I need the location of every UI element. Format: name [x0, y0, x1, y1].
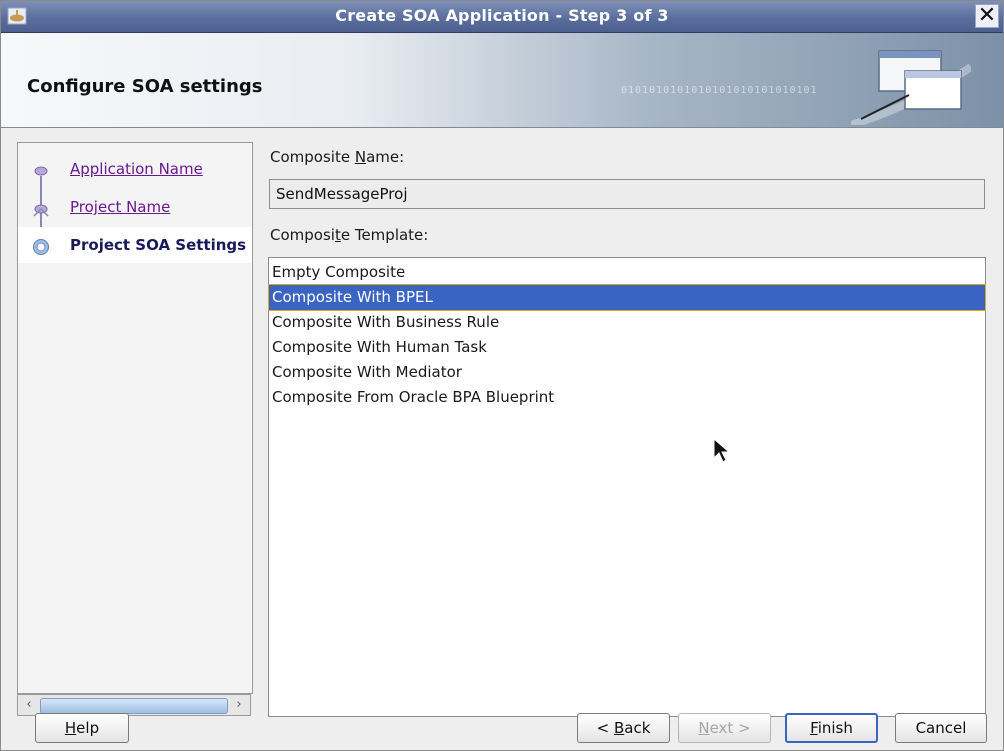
list-item-selected[interactable]: Composite With BPEL	[268, 284, 986, 311]
banner-binary-decoration: 0101010101010101010101010101	[621, 85, 818, 96]
list-item[interactable]: Composite With Mediator	[269, 360, 985, 385]
list-item[interactable]: Composite From Oracle BPA Blueprint	[269, 385, 985, 410]
scroll-right-icon[interactable]: ›	[230, 696, 248, 714]
back-button[interactable]: < Back	[577, 713, 670, 743]
list-item[interactable]: Composite With Human Task	[269, 335, 985, 360]
finish-button[interactable]: Finish	[785, 713, 878, 743]
create-soa-application-dialog: Create SOA Application - Step 3 of 3 ✕ C…	[0, 0, 1004, 751]
window-pages-icon	[851, 50, 971, 125]
mouse-pointer-icon	[713, 438, 731, 463]
wizard-step-navigator: Application Name Project Name Project SO…	[17, 142, 253, 694]
header-banner: Configure SOA settings 01010101010101010…	[1, 33, 1003, 128]
visited-step-icon	[33, 204, 49, 217]
list-item[interactable]: Empty Composite	[269, 260, 985, 285]
close-icon[interactable]: ✕	[975, 4, 999, 28]
page-title: Configure SOA settings	[27, 76, 263, 97]
step-project-name[interactable]: Project Name	[18, 189, 252, 225]
list-item[interactable]: Composite With Business Rule	[269, 310, 985, 335]
step-project-soa-settings[interactable]: Project SOA Settings	[18, 227, 252, 263]
window-title: Create SOA Application - Step 3 of 3	[335, 6, 669, 25]
scrollbar-thumb[interactable]	[40, 698, 228, 714]
step-label[interactable]: Project Name	[70, 198, 170, 216]
next-button[interactable]: Next >	[678, 713, 771, 743]
current-step-icon	[33, 239, 49, 255]
step-label: Project SOA Settings	[70, 236, 247, 254]
composite-template-list[interactable]: Empty Composite Composite With BPEL Comp…	[268, 257, 986, 717]
cancel-button[interactable]: Cancel	[895, 713, 987, 743]
help-button[interactable]: Help	[35, 713, 129, 743]
title-bar[interactable]: Create SOA Application - Step 3 of 3 ✕	[1, 1, 1003, 33]
composite-name-label: Composite Name:	[270, 148, 405, 166]
scroll-left-icon[interactable]: ‹	[20, 696, 38, 714]
composite-template-label: Composite Template:	[270, 226, 429, 244]
step-label[interactable]: Application Name	[70, 160, 203, 178]
visited-step-icon	[34, 166, 48, 176]
composite-name-input[interactable]	[269, 179, 985, 209]
step-application-name[interactable]: Application Name	[18, 151, 252, 187]
